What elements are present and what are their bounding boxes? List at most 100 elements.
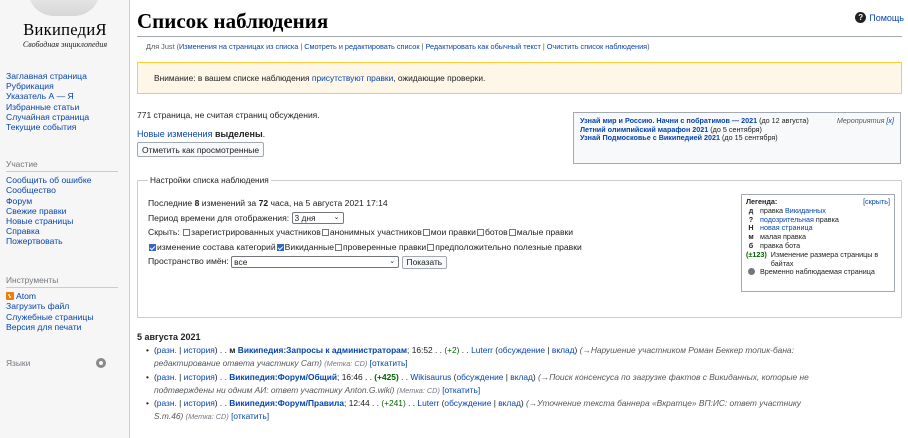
label-hide-registered: зарегистрированных участников — [191, 227, 321, 238]
nav-link-help[interactable]: Справка — [6, 226, 118, 236]
checkbox-hide-wikidata[interactable] — [276, 243, 284, 251]
checkbox-hide-good-faith[interactable] — [427, 243, 435, 251]
diff-link[interactable]: разн. — [157, 398, 177, 408]
contribs-link[interactable]: вклад — [552, 345, 575, 355]
legend-row: Временно наблюдаемая страница — [746, 268, 890, 277]
page-link[interactable]: Википедия:Запросы к администраторам — [238, 345, 407, 355]
nav-link-featured[interactable]: Избранные статьи — [6, 102, 89, 112]
link-clear-watchlist[interactable]: Очистить список наблюдения — [547, 42, 647, 51]
help-link[interactable]: ? Помощь — [855, 12, 904, 23]
checkbox-hide-minor[interactable] — [508, 229, 516, 237]
edit-summary-cont: подтверждены ни одним АИ: ответ участник… — [154, 384, 395, 395]
checkbox-hide-patrolled[interactable] — [335, 243, 342, 251]
nav-link-random[interactable]: Случайная страница — [6, 112, 89, 122]
contribs-link[interactable]: вклад — [510, 372, 533, 382]
namespace-select[interactable]: все ⌄ — [231, 256, 400, 269]
rollback-link[interactable]: [откатить] — [231, 411, 269, 421]
period-label: Период времени для отображения: — [148, 212, 292, 223]
rss-feed-icon — [6, 292, 14, 301]
wikipedia-logo[interactable]: ВикипедиЯ Свободная энциклопедия — [4, 0, 126, 60]
history-link[interactable]: история — [184, 398, 215, 408]
event-2-link[interactable]: Летний олимпийский марафон 2021 — [580, 125, 708, 134]
nav-link-main-page[interactable]: Заглавная страница — [6, 71, 89, 81]
nav-link-new-pages[interactable]: Новые страницы — [6, 216, 118, 226]
gear-icon[interactable] — [96, 358, 106, 368]
period-line: Период времени для отображения: 3 дня ⌄ — [148, 211, 582, 226]
diff-link[interactable]: разн. — [157, 372, 177, 382]
page-link[interactable]: Википедия:Форум/Правила — [229, 398, 344, 408]
t3: изменений за — [199, 198, 259, 208]
list-item: (разн. | история) . . м Википедия:Запрос… — [146, 344, 902, 371]
legend-hide-link[interactable]: [скрыть] — [863, 197, 890, 207]
tag: (Метка: CD) — [396, 385, 440, 395]
event-2-date: (до 5 сентября) — [708, 124, 762, 134]
subnav-prefix: Для Just ( — [146, 42, 180, 51]
events-close[interactable]: [x] — [886, 116, 894, 125]
new-changes-link[interactable]: Новые изменения — [137, 129, 212, 139]
nav-link-upload[interactable]: Загрузить файл — [6, 301, 118, 311]
link-related-changes[interactable]: Изменения на страницах из списка — [179, 42, 298, 51]
nav-link-recent-changes[interactable]: Свежие правки — [6, 206, 118, 216]
link-edit-watchlist[interactable]: Смотреть и редактировать список — [304, 42, 419, 51]
title-divider — [137, 36, 902, 37]
nav-link-community[interactable]: Сообщество — [6, 185, 118, 195]
participation-heading[interactable]: Участие — [6, 159, 118, 173]
legend-text: правка — [813, 214, 839, 224]
legend-link-suspicious[interactable]: подозрительная — [760, 215, 814, 224]
nav-link-current-events[interactable]: Текущие события — [6, 122, 89, 132]
options-legend: Настройки списка наблюдения — [148, 175, 271, 185]
nav-link-special-pages[interactable]: Служебные страницы — [6, 312, 118, 322]
user-link[interactable]: Luterr — [417, 398, 439, 408]
event-3-link[interactable]: Узнай Подмосковье с Википедией 2021 — [580, 133, 720, 143]
diff-link[interactable]: разн. — [157, 345, 177, 355]
event-1-link[interactable]: Узнай мир и Россию. Начни с побратимов —… — [580, 116, 757, 125]
nav-link-categories[interactable]: Рубрикация — [6, 81, 89, 91]
nav-link-print[interactable]: Версия для печати — [6, 322, 118, 332]
nav-link-forum[interactable]: Форум — [6, 196, 118, 206]
nav-link-atom[interactable]: Atom — [6, 291, 118, 301]
rollback-link[interactable]: [откатить] — [442, 385, 480, 395]
history-link[interactable]: история — [184, 345, 215, 355]
nav-link-index[interactable]: Указатель А — Я — [6, 91, 89, 101]
checkbox-hide-mine[interactable] — [422, 229, 430, 237]
show-button[interactable]: Показать — [401, 255, 448, 269]
edit-summary-cont: редактирование ответа участнику Carn) — [154, 358, 322, 369]
talk-link[interactable]: обсуждение — [444, 398, 491, 408]
history-link[interactable]: история — [184, 372, 215, 382]
notice-text: Внимание: в вашем списке наблюдения — [154, 73, 312, 83]
nav-tools: Инструменты Atom Загрузить файл Служебны… — [6, 275, 118, 332]
watchlist-tools: Для Just (Изменения на страницах из спис… — [146, 42, 650, 51]
talk-link[interactable]: обсуждение — [456, 372, 503, 382]
new-changes-line: Новые изменения выделены. — [137, 129, 265, 139]
nav-link-donate[interactable]: Пожертвовать — [6, 236, 118, 246]
help-label[interactable]: Помощь — [869, 13, 904, 23]
contribs-link[interactable]: вклад — [498, 398, 521, 408]
page-link[interactable]: Википедия:Форум/Общий — [229, 372, 337, 382]
checkbox-hide-registered[interactable] — [183, 229, 191, 237]
atom-label: Atom — [16, 291, 37, 302]
legend-link-wikidata[interactable]: Викиданных — [785, 206, 826, 215]
edit-summary: (→Поиск консенсуса по загрузке фактов с … — [538, 371, 809, 382]
user-link[interactable]: Wikisaurus — [410, 372, 451, 382]
size-delta: (+241) — [381, 398, 406, 409]
checkbox-hide-categorize[interactable] — [149, 243, 156, 251]
user-link[interactable]: Luterr — [471, 345, 493, 355]
period-select[interactable]: 3 дня ⌄ — [291, 212, 344, 225]
mark-all-seen-button[interactable]: Отметить как просмотренные — [137, 142, 265, 157]
changes-list: (разн. | история) . . м Википедия:Запрос… — [146, 344, 902, 424]
checkbox-hide-bots[interactable] — [476, 229, 484, 237]
minor-flag: м — [229, 345, 236, 355]
watchlist-options: Настройки списка наблюдения Последние 8 … — [137, 175, 902, 318]
hide-label: Скрыть: — [148, 227, 183, 238]
nav-link-report-error[interactable]: Сообщить об ошибке — [6, 175, 118, 185]
rollback-link[interactable]: [откатить] — [370, 358, 408, 368]
edit-summary: (→Нарушение участником Роман Беккер топи… — [579, 345, 794, 355]
checkbox-hide-anon[interactable] — [321, 229, 329, 237]
notice-text-end: , ожидающие проверки. — [393, 73, 486, 83]
link-edit-raw[interactable]: Редактировать как обычный текст — [425, 42, 540, 51]
talk-link[interactable]: обсуждение — [498, 345, 545, 355]
tag: (Метка: CD) — [185, 412, 229, 422]
nav-languages: Языки — [6, 358, 86, 373]
tools-heading[interactable]: Инструменты — [6, 275, 118, 289]
notice-link[interactable]: присутствуют правки — [312, 73, 393, 83]
